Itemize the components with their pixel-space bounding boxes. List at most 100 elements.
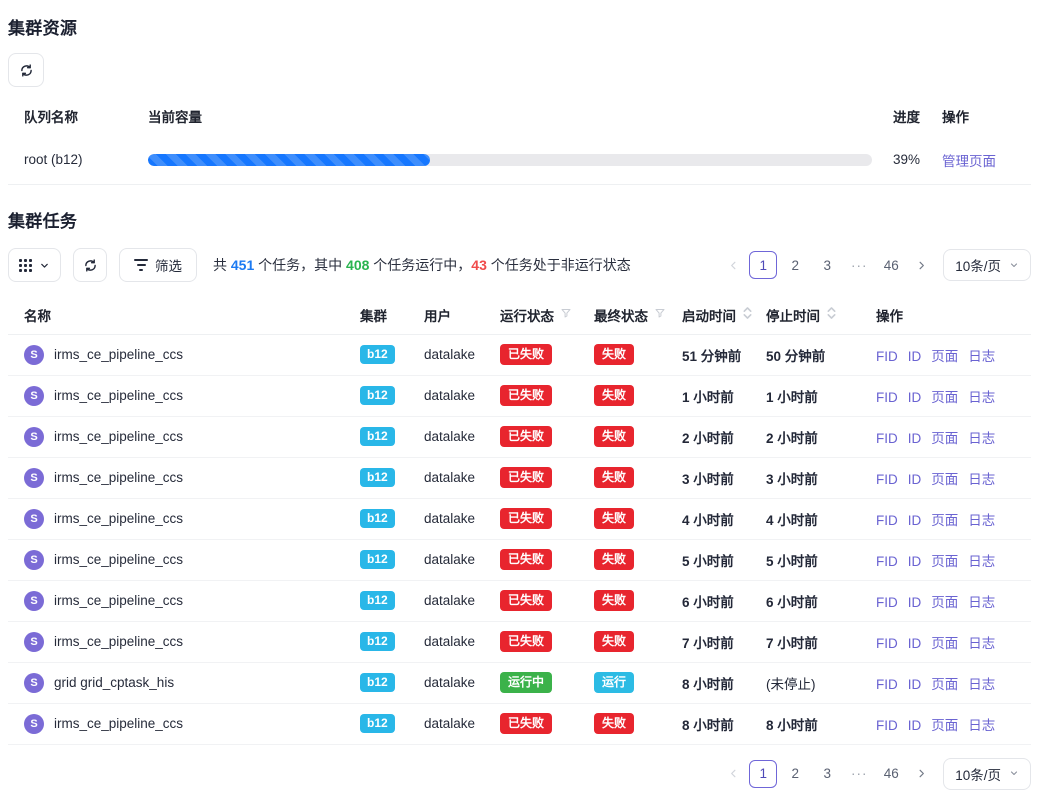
table-row: Sirms_ce_pipeline_ccs b12 datalake 已失败 失… xyxy=(8,498,1031,539)
action-link-log[interactable]: 日志 xyxy=(968,595,995,610)
resources-col-queue: 队列名称 xyxy=(24,106,148,126)
action-link-log[interactable]: 日志 xyxy=(968,431,995,446)
action-link-log[interactable]: 日志 xyxy=(968,718,995,733)
tasks-table-header-row: 名称 集群 用户 运行状态 最终状态 启动时间 停止时间 操作 xyxy=(8,296,1031,334)
next-page-button[interactable] xyxy=(909,251,933,279)
action-link-fid[interactable]: FID xyxy=(876,636,898,651)
action-link-id[interactable]: ID xyxy=(908,513,922,528)
user-name: datalake xyxy=(416,539,492,580)
page-button-46[interactable]: 46 xyxy=(877,251,905,279)
page-button-1[interactable]: 1 xyxy=(749,251,777,279)
action-link-page[interactable]: 页面 xyxy=(931,472,958,487)
page-size-select[interactable]: 10条/页 xyxy=(943,758,1031,790)
table-row: Sirms_ce_pipeline_ccs b12 datalake 已失败 失… xyxy=(8,375,1031,416)
filter-funnel-icon[interactable] xyxy=(560,307,572,322)
sorter-icon[interactable] xyxy=(826,306,837,323)
cluster-badge: b12 xyxy=(360,427,395,446)
action-link-fid[interactable]: FID xyxy=(876,677,898,692)
page-button-3[interactable]: 3 xyxy=(813,251,841,279)
action-link-id[interactable]: ID xyxy=(908,718,922,733)
manage-page-link[interactable]: 管理页面 xyxy=(942,154,996,169)
page-button-3[interactable]: 3 xyxy=(813,760,841,788)
action-link-page[interactable]: 页面 xyxy=(931,677,958,692)
page-button-46[interactable]: 46 xyxy=(877,760,905,788)
action-link-id[interactable]: ID xyxy=(908,390,922,405)
table-row: Sirms_ce_pipeline_ccs b12 datalake 已失败 失… xyxy=(8,334,1031,375)
action-link-page[interactable]: 页面 xyxy=(931,718,958,733)
user-name: datalake xyxy=(416,375,492,416)
filter-lines-icon xyxy=(134,259,148,271)
action-link-log[interactable]: 日志 xyxy=(968,636,995,651)
action-link-id[interactable]: ID xyxy=(908,431,922,446)
resources-table-header: 队列名称 当前容量 进度 操作 xyxy=(8,97,1031,135)
cluster-badge: b12 xyxy=(360,591,395,610)
action-link-page[interactable]: 页面 xyxy=(931,554,958,569)
chevron-down-icon xyxy=(1009,258,1019,273)
cluster-badge: b12 xyxy=(360,632,395,651)
action-link-id[interactable]: ID xyxy=(908,472,922,487)
action-link-page[interactable]: 页面 xyxy=(931,595,958,610)
action-link-id[interactable]: ID xyxy=(908,349,922,364)
run-status-badge: 已失败 xyxy=(500,713,552,734)
start-time: 6 小时前 xyxy=(682,595,734,610)
final-status-badge: 失败 xyxy=(594,467,634,488)
page-size-select[interactable]: 10条/页 xyxy=(943,249,1031,281)
action-link-log[interactable]: 日志 xyxy=(968,677,995,692)
action-link-log[interactable]: 日志 xyxy=(968,554,995,569)
action-link-fid[interactable]: FID xyxy=(876,349,898,364)
action-link-id[interactable]: ID xyxy=(908,677,922,692)
nonrunning-task-count: 43 xyxy=(471,257,487,273)
action-link-fid[interactable]: FID xyxy=(876,513,898,528)
next-page-button[interactable] xyxy=(909,760,933,788)
prev-page-button[interactable] xyxy=(721,760,745,788)
sorter-icon[interactable] xyxy=(742,306,753,323)
page-button-1[interactable]: 1 xyxy=(749,760,777,788)
filter-button[interactable]: 筛选 xyxy=(119,248,197,282)
action-link-id[interactable]: ID xyxy=(908,595,922,610)
grid-icon xyxy=(19,259,32,272)
resources-col-action: 操作 xyxy=(942,106,1031,126)
pagination-ellipsis[interactable]: ··· xyxy=(845,251,873,279)
col-start-time: 启动时间 xyxy=(682,305,736,325)
action-link-fid[interactable]: FID xyxy=(876,472,898,487)
resources-col-capacity: 当前容量 xyxy=(148,106,872,126)
tasks-refresh-button[interactable] xyxy=(73,248,107,282)
action-link-page[interactable]: 页面 xyxy=(931,513,958,528)
final-status-badge: 失败 xyxy=(594,385,634,406)
resources-refresh-button[interactable] xyxy=(8,53,44,87)
action-link-page[interactable]: 页面 xyxy=(931,431,958,446)
pagination-bottom: 123···46 xyxy=(721,760,933,788)
page-button-2[interactable]: 2 xyxy=(781,251,809,279)
action-link-page[interactable]: 页面 xyxy=(931,349,958,364)
filter-funnel-icon[interactable] xyxy=(654,307,666,322)
final-status-badge: 失败 xyxy=(594,713,634,734)
action-link-log[interactable]: 日志 xyxy=(968,390,995,405)
action-link-page[interactable]: 页面 xyxy=(931,390,958,405)
action-link-log[interactable]: 日志 xyxy=(968,513,995,528)
action-link-log[interactable]: 日志 xyxy=(968,472,995,487)
start-time: 8 小时前 xyxy=(682,718,734,733)
action-link-page[interactable]: 页面 xyxy=(931,636,958,651)
stop-time: 1 小时前 xyxy=(766,390,818,405)
refresh-icon xyxy=(19,63,34,78)
action-link-id[interactable]: ID xyxy=(908,554,922,569)
action-link-fid[interactable]: FID xyxy=(876,595,898,610)
action-link-fid[interactable]: FID xyxy=(876,718,898,733)
page: 集群资源 队列名称 当前容量 进度 操作 root (b12) 39% 管理页面… xyxy=(0,0,1039,790)
prev-page-button[interactable] xyxy=(721,251,745,279)
view-switcher-button[interactable] xyxy=(8,248,61,282)
page-button-2[interactable]: 2 xyxy=(781,760,809,788)
cluster-badge: b12 xyxy=(360,468,395,487)
run-status-badge: 已失败 xyxy=(500,590,552,611)
action-link-fid[interactable]: FID xyxy=(876,390,898,405)
stop-time: 8 小时前 xyxy=(766,718,818,733)
user-name: datalake xyxy=(416,621,492,662)
action-link-id[interactable]: ID xyxy=(908,636,922,651)
action-link-fid[interactable]: FID xyxy=(876,554,898,569)
progress-value: 39% xyxy=(872,152,942,167)
table-row: Sirms_ce_pipeline_ccs b12 datalake 已失败 失… xyxy=(8,703,1031,744)
pagination-ellipsis[interactable]: ··· xyxy=(845,760,873,788)
action-link-log[interactable]: 日志 xyxy=(968,349,995,364)
action-link-fid[interactable]: FID xyxy=(876,431,898,446)
user-name: datalake xyxy=(416,457,492,498)
